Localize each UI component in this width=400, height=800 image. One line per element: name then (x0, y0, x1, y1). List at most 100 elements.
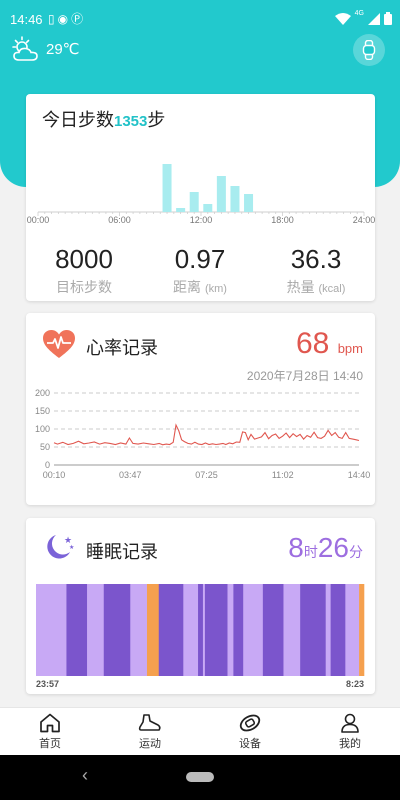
metric-goal: 8000 目标步数 (26, 244, 142, 297)
metric-calories: 36.3 热量 (kcal) (258, 244, 374, 297)
partly-cloudy-icon (12, 36, 38, 61)
vibrate-icon: ▯ (48, 12, 55, 26)
steps-tick-4: 24:00 (353, 215, 375, 225)
battery-icon (384, 12, 392, 25)
heart-rate-date: 2020年7月28日 14:40 (246, 369, 363, 383)
steps-bar-4 (216, 176, 226, 212)
sleep-segment-18 (330, 584, 346, 676)
sleep-end-label: 8:23 (346, 679, 364, 689)
sleep-segment-14 (262, 584, 284, 676)
steps-tick-2: 12:00 (190, 215, 213, 225)
steps-bar-6 (244, 194, 254, 212)
parking-icon: Ⓟ (71, 12, 84, 26)
bottom-nav: 首页 运动 设备 我的 (0, 707, 400, 755)
metric-distance: 0.97 距离 (km) (142, 244, 258, 297)
steps-bar-5 (230, 186, 240, 212)
hr-xtick-4: 14:40 (348, 470, 371, 480)
hr-xtick-0: 00:10 (43, 470, 66, 480)
watch-icon (362, 40, 376, 60)
hr-xtick-3: 11:02 (272, 470, 294, 480)
status-bar: 14:46 ▯ ◉ Ⓟ 4G (0, 0, 400, 40)
nav-me[interactable]: 我的 (300, 708, 400, 755)
sleep-segment-3 (103, 584, 131, 676)
sleep-segment-19 (345, 584, 360, 676)
sleep-segment-8 (198, 584, 204, 676)
hr-line (53, 423, 360, 446)
sleep-segment-20 (359, 584, 365, 676)
wifi-icon (334, 12, 351, 25)
steps-bar-3 (203, 204, 213, 212)
notification-icons: ▯ ◉ Ⓟ (48, 12, 83, 26)
hr-ytick-0: 0 (45, 460, 50, 470)
steps-bar-1 (176, 208, 186, 212)
steps-bar-2 (189, 192, 199, 212)
weather-widget: 29℃ (10, 36, 80, 62)
sleep-segment-6 (158, 584, 184, 676)
moon-icon: ★ ★ (47, 535, 74, 559)
shoe-icon (138, 713, 161, 731)
signal-icon (368, 12, 380, 25)
nav-home[interactable]: 首页 (0, 708, 100, 755)
sleep-card[interactable]: ★ ★ 睡眠记录 8时26分 23:57 8:23 (26, 518, 375, 694)
sleep-segment-5 (146, 584, 160, 676)
metric-distance-label: 距离 (km) (173, 279, 227, 295)
sleep-segment-11 (227, 584, 234, 676)
sleep-title: 睡眠记录 (86, 542, 158, 562)
nav-sport[interactable]: 运动 (100, 708, 200, 755)
network-label: 4G (354, 10, 364, 17)
hr-xtick-2: 07:25 (195, 470, 218, 480)
steps-card[interactable]: 今日步数1353步 00:00 06:00 12:00 18:00 24:00 8000… (26, 94, 375, 301)
hr-ytick-2: 100 (35, 424, 50, 434)
system-icons: 4G (334, 10, 392, 25)
nav-device[interactable]: 设备 (200, 708, 300, 755)
metric-distance-value: 0.97 (174, 244, 226, 274)
metric-goal-label: 目标步数 (56, 279, 112, 295)
hr-ytick-1: 50 (40, 442, 50, 452)
app-icon: ◉ (57, 12, 69, 26)
sleep-duration: 8时26分 (288, 532, 363, 563)
metric-calories-value: 36.3 (290, 244, 342, 274)
steps-tick-1: 06:00 (108, 215, 131, 225)
temperature: 29℃ (46, 41, 80, 58)
sleep-segment-1 (66, 584, 88, 676)
sleep-segment-0 (36, 584, 67, 676)
nav-home-label: 首页 (39, 737, 61, 750)
sleep-segment-15 (283, 584, 301, 676)
sleep-segment-9 (202, 584, 206, 676)
steps-chart: 00:00 06:00 12:00 18:00 24:00 (27, 164, 375, 225)
sleep-segment-12 (233, 584, 244, 676)
home-icon (40, 713, 60, 732)
metric-goal-value: 8000 (55, 244, 113, 274)
sleep-segment-17 (325, 584, 331, 676)
band-icon (239, 714, 261, 731)
steps-tick-3: 18:00 (271, 215, 294, 225)
heart-rate-card[interactable]: 心率记录 68 bpm 2020年7月28日 14:40 0 50 100 150 20… (26, 313, 375, 505)
home-pill[interactable] (186, 772, 214, 782)
svg-text:★: ★ (69, 544, 74, 551)
sleep-segment-2 (87, 584, 105, 676)
hr-ytick-3: 150 (35, 406, 50, 416)
heart-rate-value: 68 bpm (295, 327, 363, 360)
sleep-chart: 23:57 8:23 (36, 584, 365, 689)
sleep-segment-16 (300, 584, 327, 676)
hr-ytick-4: 200 (35, 388, 50, 398)
back-icon[interactable]: ‹ (82, 765, 88, 786)
sleep-start-label: 23:57 (36, 679, 59, 689)
system-nav-bar: ‹ (0, 755, 400, 800)
band-button[interactable] (353, 34, 385, 66)
heart-icon (43, 330, 75, 358)
steps-tick-0: 00:00 (27, 215, 50, 225)
nav-device-label: 设备 (239, 737, 261, 750)
steps-bar-0 (162, 164, 172, 212)
status-time: 14:46 (10, 12, 43, 27)
sleep-segment-4 (130, 584, 148, 676)
heart-title: 心率记录 (86, 338, 158, 358)
hr-xtick-1: 03:47 (119, 470, 142, 480)
heart-rate-chart: 0 50 100 150 200 00:10 03:47 07:25 11:02 14:40 (35, 388, 371, 480)
sleep-segment-10 (204, 584, 228, 676)
person-icon (341, 713, 359, 733)
nav-sport-label: 运动 (139, 737, 161, 750)
nav-me-label: 我的 (339, 737, 361, 750)
sleep-segment-13 (243, 584, 264, 676)
sleep-segment-7 (183, 584, 199, 676)
